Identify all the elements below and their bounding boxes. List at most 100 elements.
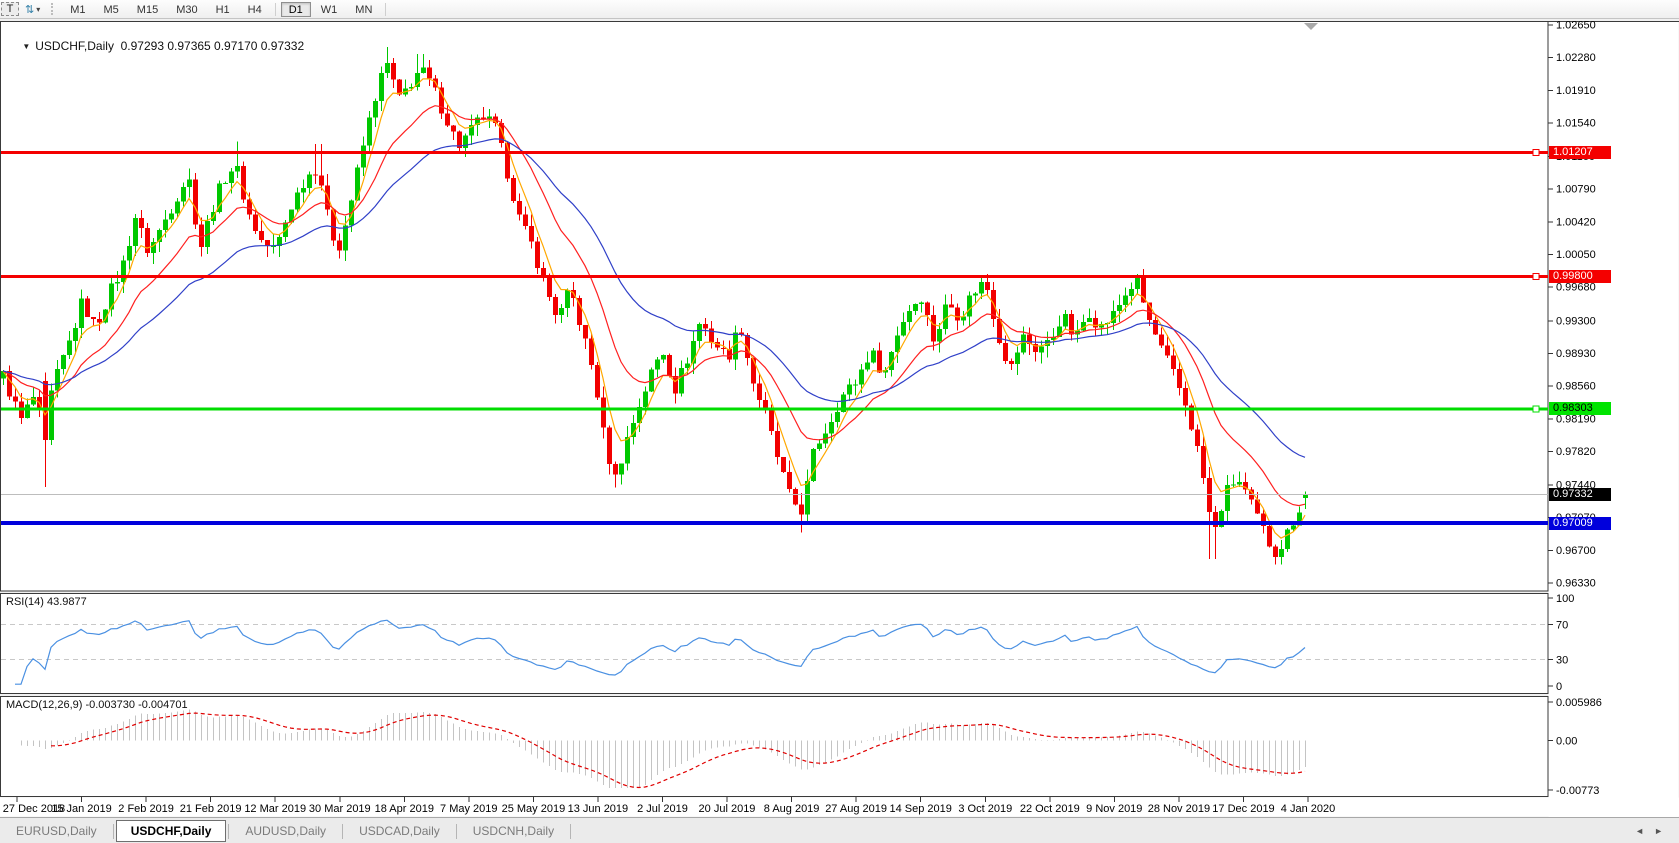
candle-body-down <box>427 68 432 79</box>
candle-body-down <box>193 179 198 224</box>
resistance-line-0-99800-handle[interactable] <box>1533 274 1539 280</box>
candle-body-down <box>703 324 708 329</box>
candle-body-down <box>85 298 90 317</box>
chart-symbol-label: USDCHF,Daily <box>35 39 114 53</box>
candle-body-up <box>871 350 876 362</box>
price-axis-tick-label: 1.00790 <box>1556 184 1596 196</box>
symbol-tab-eurusd[interactable]: EURUSD,Daily <box>0 820 113 842</box>
text-tool-button[interactable]: T <box>1 2 19 16</box>
date-axis-label: 12 Mar 2019 <box>244 803 306 815</box>
candle-body-up <box>229 172 234 183</box>
candle-body-down <box>1195 429 1200 446</box>
symbol-tab-audusd[interactable]: AUDUSD,Daily <box>229 820 342 842</box>
candle-body-down <box>391 63 396 80</box>
candle-body-down <box>1153 320 1158 334</box>
candle-body-up <box>373 101 378 118</box>
price-axis-tick-label: 0.99300 <box>1556 315 1596 327</box>
candle-body-up <box>1285 529 1290 548</box>
candle-body-up <box>859 370 864 385</box>
candle-body-up <box>967 296 972 317</box>
chart-ohlc-values: 0.97293 0.97365 0.97170 0.97332 <box>121 39 305 53</box>
candle-body-up <box>847 385 852 395</box>
price-axis-tick-label: 1.01540 <box>1556 118 1596 130</box>
date-axis-label: 22 Oct 2019 <box>1020 803 1080 815</box>
candle-body-up <box>625 437 630 463</box>
candle-body-up <box>901 322 906 335</box>
tab-scroll-left-icon[interactable]: ◄ <box>1635 826 1644 836</box>
candle-body-up <box>343 226 348 251</box>
timeframe-button-m5[interactable]: M5 <box>96 2 127 17</box>
rsi-panel[interactable] <box>1 594 1549 694</box>
arrows-tool-button[interactable]: ⇅ ▾ <box>21 2 44 16</box>
candle-body-up <box>181 187 186 201</box>
candle-body-up <box>1063 314 1068 327</box>
date-axis-label: 28 Nov 2019 <box>1148 803 1210 815</box>
symbol-tab-usdcad[interactable]: USDCAD,Daily <box>343 820 456 842</box>
macd-axis-tick-label: 0.00 <box>1556 735 1577 747</box>
candle-body-up <box>1135 278 1140 289</box>
timeframe-toolbar: M1M5M15M30H1H4 D1W1MN <box>61 2 390 17</box>
timeframe-button-m30[interactable]: M30 <box>168 2 205 17</box>
price-axis-tick-label: 0.98190 <box>1556 413 1596 425</box>
candle-body-up <box>73 328 78 341</box>
timeframe-button-d1[interactable]: D1 <box>281 2 311 17</box>
candle-body-up <box>1237 482 1242 484</box>
price-axis-tick-label: 1.01910 <box>1556 85 1596 97</box>
resistance-line-1-01207-handle[interactable] <box>1533 149 1539 155</box>
candle-body-down <box>319 176 324 186</box>
candle-body-up <box>565 290 570 308</box>
chart-canvas[interactable]: 1.026501.022801.019101.015401.011601.007… <box>0 0 1679 843</box>
candle-body-up <box>79 298 84 328</box>
candle-body-down <box>985 282 990 290</box>
candle-body-down <box>1273 547 1278 557</box>
candle-body-down <box>595 365 600 398</box>
rsi-axis-tick-label: 70 <box>1556 619 1568 631</box>
candle-body-up <box>115 282 120 284</box>
candle-body-up <box>661 355 666 359</box>
timeframe-button-m15[interactable]: M15 <box>129 2 166 17</box>
candle-body-up <box>685 364 690 368</box>
toolbar-separator <box>275 3 276 16</box>
symbol-tab-usdchf[interactable]: USDCHF,Daily <box>116 820 227 842</box>
candle-body-up <box>109 284 114 310</box>
candle-body-up <box>865 363 870 370</box>
candle-body-up <box>643 391 648 407</box>
candle-body-up <box>907 311 912 322</box>
candle-body-up <box>1117 305 1122 311</box>
support-line-0-98303-handle[interactable] <box>1533 406 1539 412</box>
candle-body-down <box>781 457 786 472</box>
tab-scroll-right-icon[interactable]: ► <box>1654 826 1663 836</box>
timeframe-button-h1[interactable]: H1 <box>208 2 238 17</box>
date-axis-label: 9 Nov 2019 <box>1086 803 1142 815</box>
candle-body-down <box>1165 345 1170 355</box>
price-axis-tick-label: 1.02280 <box>1556 52 1596 64</box>
candle-body-up <box>379 73 384 101</box>
price-tag-1.01207: 1.01207 <box>1549 146 1611 159</box>
candle-body-up <box>127 246 132 261</box>
candle-body-down <box>1267 526 1272 546</box>
candle-body-up <box>817 444 822 449</box>
candle-body-up <box>697 324 702 341</box>
candle-body-up <box>295 192 300 209</box>
macd-panel[interactable] <box>1 697 1549 797</box>
price-tag-0.97009: 0.97009 <box>1549 517 1611 530</box>
tab-separator <box>570 824 571 839</box>
timeframe-button-mn[interactable]: MN <box>347 2 380 17</box>
candle-body-down <box>787 472 792 489</box>
timeframe-button-h4[interactable]: H4 <box>240 2 270 17</box>
candle-body-up <box>619 464 624 475</box>
timeframe-button-m1[interactable]: M1 <box>62 2 93 17</box>
candle-body-up <box>49 390 54 440</box>
candle-body-down <box>511 178 516 201</box>
timeframe-button-w1[interactable]: W1 <box>313 2 346 17</box>
candle-body-down <box>1093 318 1098 328</box>
candle-body-down <box>751 358 756 383</box>
main-chart-panel[interactable] <box>1 22 1549 592</box>
candle-body-up <box>307 175 312 188</box>
symbol-tab-usdcnh[interactable]: USDCNH,Daily <box>457 820 570 842</box>
tab-separator <box>113 824 114 839</box>
price-tag-current: 0.97332 <box>1549 488 1611 501</box>
candle-body-up <box>1015 352 1020 364</box>
candle-body-up <box>163 220 168 231</box>
date-axis-label: 25 May 2019 <box>502 803 566 815</box>
